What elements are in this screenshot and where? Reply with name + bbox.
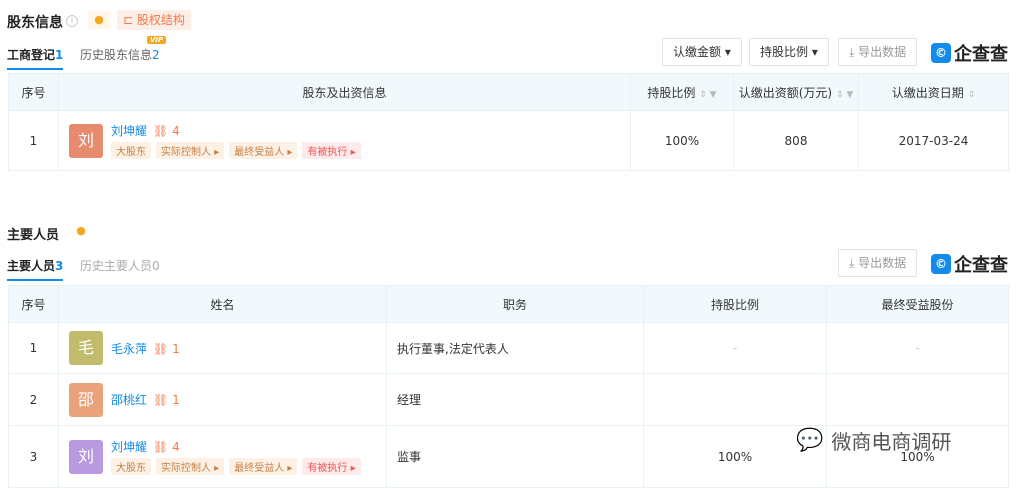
col-amount-label: 认缴出资额(万元) <box>738 85 833 100</box>
ratio-cell <box>643 373 827 426</box>
tab-label: 主要人员 <box>7 259 56 273</box>
tab-business-registration[interactable]: 工商登记1 <box>7 46 64 70</box>
tab-count: 3 <box>55 259 64 273</box>
tag-executed[interactable]: 有被执行 ▸ <box>302 142 361 159</box>
relation-count-value: 4 <box>172 124 180 138</box>
person-name-link[interactable]: 刘坤耀 <box>111 440 147 454</box>
relation-count-value: 1 <box>172 393 180 407</box>
col-index: 序号 <box>8 285 59 323</box>
col-ratio-label: 持股比例 <box>647 85 696 100</box>
logo-text: 企查查 <box>954 255 1008 276</box>
tab-history-shareholders[interactable]: 历史股东信息2 <box>80 46 160 63</box>
shareholder-name-link[interactable]: 刘坤耀 <box>111 124 147 138</box>
table-row: 1 毛毛永萍 ⛓ 1 执行董事,法定代表人 - - <box>8 322 1009 374</box>
tag-actual-controller[interactable]: 实际控制人 ▸ <box>156 458 225 475</box>
col-benefit: 最终受益股份 <box>826 285 1009 323</box>
vip-badge: VIP <box>147 36 167 44</box>
tag-actual-controller[interactable]: 实际控制人 ▸ <box>156 142 225 159</box>
tab-label: 历史股东信息 <box>80 48 153 62</box>
tag-executed[interactable]: 有被执行 ▸ <box>302 458 361 475</box>
avatar: 刘 <box>69 439 103 474</box>
col-date[interactable]: 认缴出资日期 ⇕ <box>858 73 1009 111</box>
personnel-table: 序号 姓名 职务 持股比例 最终受益股份 1 毛毛永萍 ⛓ 1 执行董事,法定代表… <box>8 285 1009 488</box>
person-name-link[interactable]: 邵桃红 <box>111 393 147 407</box>
logo-icon: © <box>931 43 951 63</box>
table-header: 序号 股东及出资信息 持股比例 ⇕ ▼ 认缴出资额(万元) ⇕ ▼ 认缴出资日期… <box>8 73 1009 111</box>
col-shareholder: 股东及出资信息 <box>58 73 631 111</box>
benefit-cell <box>826 373 1009 426</box>
relation-count-value: 4 <box>172 440 180 454</box>
benefit-cell: - <box>826 322 1009 374</box>
sort-icon[interactable]: ⇕ <box>968 90 976 100</box>
tab-count: 2 <box>152 48 160 62</box>
relation-count[interactable]: ⛓ 1 <box>153 393 180 407</box>
export-label: 导出数据 <box>858 256 907 270</box>
qichacha-logo: © 企查查 <box>931 40 1008 66</box>
shareholders-table: 序号 股东及出资信息 持股比例 ⇕ ▼ 认缴出资额(万元) ⇕ ▼ 认缴出资日期… <box>8 73 1009 171</box>
tag-ultimate-beneficiary[interactable]: 最终受益人 ▸ <box>229 458 298 475</box>
tab-label: 工商登记 <box>7 48 56 62</box>
watermark-text: 微商电商调研 <box>831 430 952 454</box>
tag-major-shareholder: 大股东 <box>111 142 151 159</box>
logo-text: 企查查 <box>954 44 1008 65</box>
sort-icon[interactable]: ⇕ ▼ <box>836 90 853 100</box>
row-index: 1 <box>8 110 59 171</box>
export-button[interactable]: ⤓ 导出数据 <box>838 38 918 66</box>
avatar: 毛 <box>69 331 103 365</box>
col-ratio: 持股比例 <box>643 285 827 323</box>
shareholders-title: 股东信息 <box>7 15 63 31</box>
position-cell: 监事 <box>386 425 644 488</box>
avatar: 刘 <box>69 123 103 158</box>
person-name-link[interactable]: 毛永萍 <box>111 342 147 356</box>
bell-icon[interactable]: ● <box>88 11 110 29</box>
avatar: 邵 <box>69 382 103 417</box>
tab-count: 1 <box>55 48 64 62</box>
col-index: 序号 <box>8 73 59 111</box>
tag-major-shareholder: 大股东 <box>111 458 151 475</box>
tab-label: 历史主要人员 <box>80 259 153 273</box>
export-button[interactable]: ⤓ 导出数据 <box>838 249 918 277</box>
sort-icon[interactable]: ⇕ ▼ <box>699 90 716 100</box>
tag-ultimate-beneficiary[interactable]: 最终受益人 ▸ <box>229 142 298 159</box>
logo-icon: © <box>931 254 951 274</box>
relation-count[interactable]: ⛓ 4 <box>153 124 180 138</box>
table-row: 1 刘 刘坤耀 ⛓ 4 大股东 实际控制人 ▸ 最终受益人 ▸ 有被执行 ▸ 100% … <box>8 110 1009 171</box>
export-label: 导出数据 <box>858 45 907 59</box>
subscribed-amount-dropdown[interactable]: 认缴金额 ▾ <box>662 38 742 66</box>
amount-cell: 808 <box>733 110 859 171</box>
table-header: 序号 姓名 职务 持股比例 最终受益股份 <box>8 285 1009 323</box>
ratio-dropdown[interactable]: 持股比例 ▾ <box>749 38 829 66</box>
tab-main-personnel[interactable]: 主要人员3 <box>7 257 64 281</box>
row-index: 3 <box>8 425 59 488</box>
equity-label: 股权结构 <box>136 13 185 27</box>
download-icon: ⤓ <box>849 256 859 270</box>
tab-history-personnel[interactable]: 历史主要人员0 <box>80 257 160 274</box>
bell-icon[interactable]: ● <box>70 222 92 240</box>
col-name: 姓名 <box>58 285 387 323</box>
col-amount[interactable]: 认缴出资额(万元) ⇕ ▼ <box>733 73 859 111</box>
col-ratio[interactable]: 持股比例 ⇕ ▼ <box>630 73 734 111</box>
row-index: 1 <box>8 322 59 374</box>
position-cell: 经理 <box>386 373 644 426</box>
personnel-title: 主要人员 <box>7 228 60 243</box>
tab-count: 0 <box>152 259 160 273</box>
download-icon: ⤓ <box>849 45 859 59</box>
row-index: 2 <box>8 373 59 426</box>
qichacha-logo: © 企查查 <box>931 251 1008 277</box>
equity-structure-button[interactable]: ⊏ 股权结构 <box>117 10 191 30</box>
watermark: 💬 微商电商调研 <box>796 426 951 455</box>
date-cell: 2017-03-24 <box>858 110 1009 171</box>
ratio-cell: 100% <box>630 110 734 171</box>
col-date-label: 认缴出资日期 <box>891 85 964 100</box>
ratio-cell: - <box>643 322 827 374</box>
relation-count-value: 1 <box>172 341 180 356</box>
relation-count[interactable]: ⛓ 4 <box>153 440 180 454</box>
table-row: 2 邵邵桃红 ⛓ 1 经理 <box>8 373 1009 426</box>
position-cell: 执行董事,法定代表人 <box>386 322 644 374</box>
info-icon[interactable]: i <box>66 15 78 27</box>
relation-count[interactable]: ⛓ 1 <box>153 342 180 356</box>
col-position: 职务 <box>386 285 644 323</box>
wechat-icon: 💬 <box>796 428 824 453</box>
